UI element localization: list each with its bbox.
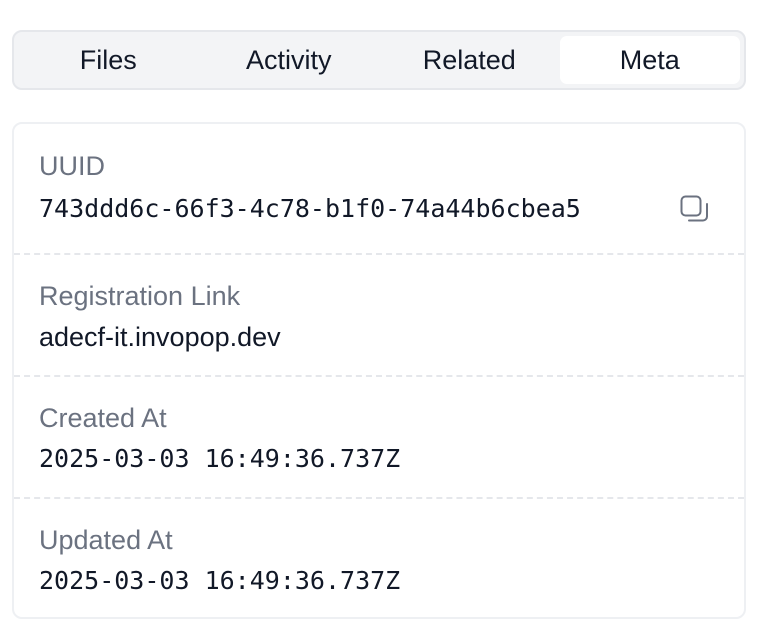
tab-activity[interactable]: Activity <box>199 36 380 84</box>
updated-at-label: Updated At <box>39 525 173 555</box>
uuid-row: UUID 743ddd6c-66f3-4c78-b1f0-74a44b6cbea… <box>14 124 744 255</box>
updated-at-value: 2025-03-03 16:49:36.737Z <box>39 566 401 595</box>
registration-link-value[interactable]: adecf-it.invopop.dev <box>39 324 744 351</box>
tab-files[interactable]: Files <box>18 36 199 84</box>
copy-uuid-button[interactable] <box>680 195 710 225</box>
uuid-label: UUID <box>39 151 105 181</box>
tab-bar: Files Activity Related Meta <box>12 30 746 90</box>
meta-card: UUID 743ddd6c-66f3-4c78-b1f0-74a44b6cbea… <box>12 122 746 619</box>
registration-link-row: Registration Link adecf-it.invopop.dev <box>14 255 744 377</box>
created-at-label: Created At <box>39 403 167 433</box>
uuid-value: 743ddd6c-66f3-4c78-b1f0-74a44b6cbea5 <box>39 194 581 223</box>
copy-icon <box>680 195 708 222</box>
tab-related[interactable]: Related <box>379 36 560 84</box>
created-at-value: 2025-03-03 16:49:36.737Z <box>39 444 401 473</box>
created-at-row: Created At 2025-03-03 16:49:36.737Z <box>14 377 744 499</box>
tab-meta[interactable]: Meta <box>559 36 740 84</box>
registration-link-label: Registration Link <box>39 281 241 311</box>
updated-at-row: Updated At 2025-03-03 16:49:36.737Z <box>14 499 744 619</box>
